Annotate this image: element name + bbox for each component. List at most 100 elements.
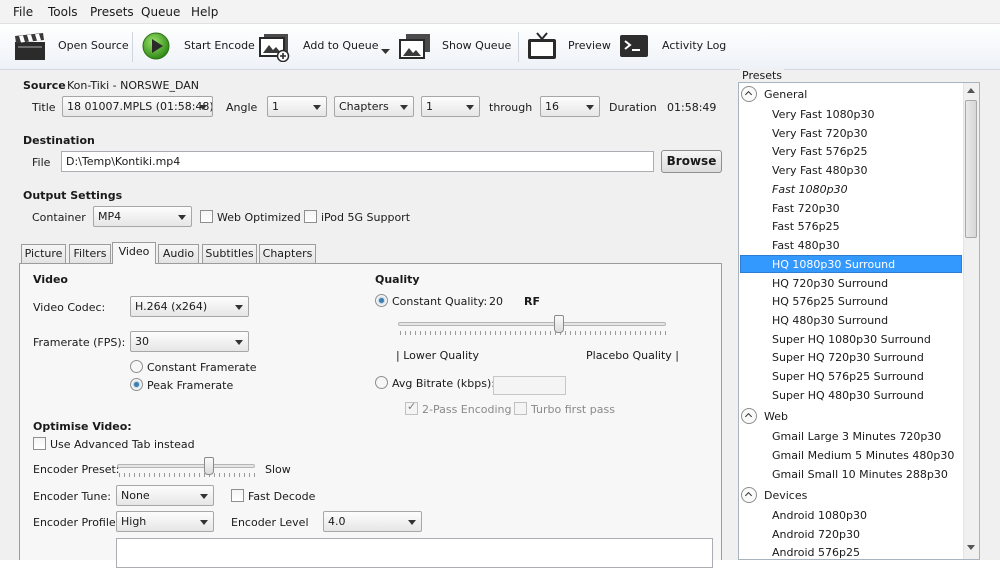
fast-decode-checkbox[interactable] bbox=[231, 489, 244, 502]
preset-item[interactable]: Super HQ 480p30 Surround bbox=[772, 389, 924, 402]
preset-group-web[interactable]: Web bbox=[764, 410, 788, 423]
preset-item[interactable]: Android 720p30 bbox=[772, 528, 860, 541]
two-pass-checkbox[interactable] bbox=[405, 400, 418, 415]
start-encode-button[interactable]: Start Encode bbox=[184, 39, 255, 52]
tab-filters[interactable]: Filters bbox=[69, 244, 111, 263]
preset-group-devices[interactable]: Devices bbox=[764, 489, 807, 502]
range-end-dropdown[interactable]: 16 bbox=[540, 96, 600, 117]
tab-subtitles[interactable]: Subtitles bbox=[202, 244, 257, 263]
advanced-tab-label: Use Advanced Tab instead bbox=[50, 438, 195, 451]
add-to-queue-button[interactable]: Add to Queue bbox=[303, 39, 378, 52]
encoder-preset-thumb[interactable] bbox=[204, 457, 215, 475]
queue-icon[interactable] bbox=[398, 32, 432, 62]
encoder-profile-dropdown[interactable]: High bbox=[116, 511, 214, 532]
title-value: 18 01007.MPLS (01:58:48) bbox=[67, 100, 213, 113]
add-queue-icon[interactable] bbox=[258, 32, 292, 63]
menu-tools[interactable]: Tools bbox=[48, 5, 78, 19]
preset-item[interactable]: Android 576p25 bbox=[772, 546, 860, 559]
constant-framerate-radio[interactable] bbox=[130, 360, 143, 373]
collapse-general-icon[interactable] bbox=[741, 86, 757, 102]
menu-queue[interactable]: Queue bbox=[141, 5, 180, 19]
preset-item[interactable]: Gmail Medium 5 Minutes 480p30 bbox=[772, 449, 954, 462]
terminal-icon[interactable] bbox=[619, 34, 649, 58]
title-dropdown[interactable]: 18 01007.MPLS (01:58:48) bbox=[62, 96, 213, 117]
quality-slider-thumb[interactable] bbox=[553, 315, 564, 333]
chevron-down-icon[interactable] bbox=[381, 45, 390, 54]
collapse-devices-icon[interactable] bbox=[741, 487, 757, 503]
preset-item[interactable]: Android 1080p30 bbox=[772, 509, 867, 522]
menu-presets[interactable]: Presets bbox=[90, 5, 134, 19]
encoder-level-dropdown[interactable]: 4.0 bbox=[323, 511, 422, 532]
open-source-button[interactable]: Open Source bbox=[58, 39, 129, 52]
preset-item[interactable]: Fast 576p25 bbox=[772, 220, 840, 233]
preset-item[interactable]: HQ 576p25 Surround bbox=[772, 295, 888, 308]
quality-heading: Quality bbox=[375, 273, 420, 286]
preset-item[interactable]: Super HQ 720p30 Surround bbox=[772, 351, 924, 364]
browse-button[interactable]: Browse bbox=[661, 150, 722, 173]
destination-file-input[interactable]: D:\Temp\Kontiki.mp4 bbox=[61, 151, 654, 172]
preset-item[interactable]: Very Fast 480p30 bbox=[772, 164, 868, 177]
tv-icon[interactable] bbox=[526, 30, 558, 62]
encoder-tune-dropdown[interactable]: None bbox=[116, 485, 214, 506]
preset-item[interactable]: HQ 480p30 Surround bbox=[772, 314, 888, 327]
preset-item-selected[interactable]: HQ 1080p30 Surround bbox=[772, 258, 895, 271]
scroll-up-icon[interactable] bbox=[967, 88, 975, 93]
range-start-dropdown[interactable]: 1 bbox=[421, 96, 480, 117]
preview-button[interactable]: Preview bbox=[568, 39, 611, 52]
turbo-first-pass-checkbox[interactable] bbox=[514, 402, 527, 415]
encoder-preset-slider[interactable] bbox=[117, 464, 255, 468]
preset-item[interactable]: Super HQ 1080p30 Surround bbox=[772, 333, 931, 346]
preset-item[interactable]: Gmail Small 10 Minutes 288p30 bbox=[772, 468, 948, 481]
advanced-tab-checkbox[interactable] bbox=[33, 437, 46, 450]
video-codec-dropdown[interactable]: H.264 (x264) bbox=[130, 296, 249, 317]
chevron-down-icon bbox=[408, 520, 416, 525]
menu-help[interactable]: Help bbox=[191, 5, 218, 19]
preset-item[interactable]: Very Fast 1080p30 bbox=[772, 108, 875, 121]
chevron-down-icon bbox=[200, 494, 208, 499]
scroll-down-icon[interactable] bbox=[967, 545, 975, 550]
avg-bitrate-radio[interactable] bbox=[375, 376, 388, 389]
quality-slider[interactable] bbox=[398, 322, 666, 326]
preset-group-general[interactable]: General bbox=[764, 88, 807, 101]
container-dropdown[interactable]: MP4 bbox=[93, 206, 192, 227]
collapse-web-icon[interactable] bbox=[741, 408, 757, 424]
preset-item[interactable]: Gmail Large 3 Minutes 720p30 bbox=[772, 430, 941, 443]
clapperboard-icon[interactable] bbox=[13, 32, 47, 62]
tab-picture[interactable]: Picture bbox=[21, 244, 66, 263]
angle-dropdown[interactable]: 1 bbox=[267, 96, 327, 117]
fast-decode-label: Fast Decode bbox=[248, 490, 316, 503]
chevron-down-icon bbox=[400, 105, 408, 110]
tab-audio[interactable]: Audio bbox=[158, 244, 199, 263]
menu-file[interactable]: File bbox=[13, 5, 33, 19]
presets-scroll-thumb[interactable] bbox=[965, 100, 977, 238]
toolbar-divider bbox=[132, 32, 133, 62]
tab-chapters[interactable]: Chapters bbox=[259, 244, 316, 263]
file-label: File bbox=[32, 156, 51, 169]
preset-item-default[interactable]: Fast 1080p30 bbox=[772, 183, 848, 196]
video-codec-value: H.264 (x264) bbox=[135, 300, 208, 313]
lower-quality-label: | Lower Quality bbox=[396, 349, 479, 362]
preset-item[interactable]: Fast 720p30 bbox=[772, 202, 840, 215]
peak-framerate-radio[interactable] bbox=[130, 378, 143, 391]
angle-value: 1 bbox=[272, 100, 279, 113]
framerate-dropdown[interactable]: 30 bbox=[130, 331, 249, 352]
container-label: Container bbox=[32, 211, 86, 224]
preset-item[interactable]: HQ 720p30 Surround bbox=[772, 277, 888, 290]
tab-video[interactable]: Video bbox=[112, 242, 156, 264]
ipod-support-checkbox[interactable] bbox=[304, 210, 317, 223]
avg-bitrate-input[interactable] bbox=[493, 376, 566, 395]
preset-item[interactable]: Super HQ 576p25 Surround bbox=[772, 370, 924, 383]
play-icon[interactable] bbox=[142, 32, 170, 60]
framerate-value: 30 bbox=[135, 335, 149, 348]
activity-log-button[interactable]: Activity Log bbox=[662, 39, 726, 52]
show-queue-button[interactable]: Show Queue bbox=[442, 39, 511, 52]
range-type-dropdown[interactable]: Chapters bbox=[334, 96, 414, 117]
menu-bar: File Tools Presets Queue Help bbox=[0, 0, 1000, 24]
extra-options-textarea[interactable] bbox=[116, 538, 713, 568]
preset-item[interactable]: Very Fast 576p25 bbox=[772, 145, 868, 158]
web-optimized-checkbox[interactable] bbox=[200, 210, 213, 223]
chevron-down-icon bbox=[313, 105, 321, 110]
constant-quality-radio[interactable] bbox=[375, 294, 388, 307]
preset-item[interactable]: Very Fast 720p30 bbox=[772, 127, 868, 140]
preset-item[interactable]: Fast 480p30 bbox=[772, 239, 840, 252]
